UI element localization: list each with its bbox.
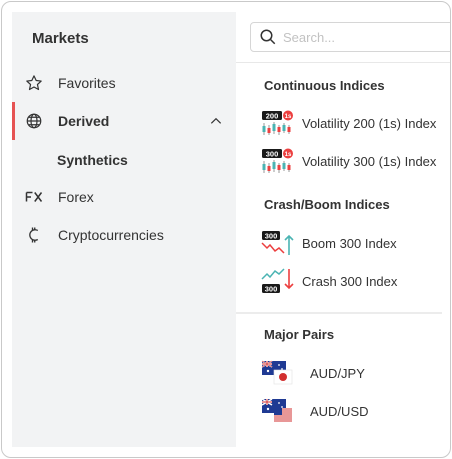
market-item-crash-300[interactable]: 300 Crash 300 Index — [260, 266, 397, 296]
market-item-boom-300[interactable]: 300 Boom 300 Index — [260, 228, 397, 258]
market-item-label: Volatility 200 (1s) Index — [302, 115, 437, 131]
sidebar: Markets Favorites Derived Synthetics For… — [12, 12, 236, 447]
volatility-200-icon: 200 1s — [260, 109, 296, 137]
icon-badge: 300 — [266, 149, 279, 158]
search-divider — [236, 62, 450, 63]
sidebar-item-label: Forex — [58, 189, 94, 205]
section-title-major-pairs: Major Pairs — [264, 327, 335, 342]
market-item-volatility-200-1s[interactable]: 200 1s Volatility 200 (1s) Index — [260, 108, 436, 138]
icon-tag: 1s — [285, 114, 292, 120]
sidebar-item-label: Cryptocurrencies — [58, 227, 164, 243]
market-item-label: Boom 300 Index — [302, 235, 397, 251]
section-title-crash-boom-indices: Crash/Boom Indices — [264, 197, 390, 212]
search-box[interactable] — [250, 22, 450, 52]
fx-icon — [24, 187, 44, 207]
market-item-label: Volatility 300 (1s) Index — [302, 153, 437, 169]
sidebar-item-label: Favorites — [58, 75, 116, 91]
search-input[interactable] — [283, 29, 433, 45]
icon-badge: 200 — [266, 111, 279, 120]
sidebar-item-derived[interactable]: Derived — [12, 102, 239, 140]
chevron-up-icon[interactable] — [209, 114, 223, 131]
volatility-300-icon: 300 1s — [260, 147, 296, 175]
globe-icon — [24, 111, 44, 131]
market-item-label: AUD/JPY — [310, 365, 365, 381]
section-divider — [236, 312, 442, 314]
crypto-icon — [24, 225, 44, 245]
crash-300-icon: 300 — [260, 267, 296, 295]
search-icon — [259, 28, 277, 46]
market-item-volatility-300-1s[interactable]: 300 1s Volatility 300 (1s) Index — [260, 146, 436, 176]
sidebar-item-favorites[interactable]: Favorites — [12, 64, 236, 102]
markets-panel: Markets Favorites Derived Synthetics For… — [1, 1, 451, 458]
sidebar-item-forex[interactable]: Forex — [12, 178, 236, 216]
aud-usd-flags-icon — [260, 397, 296, 425]
sidebar-subitem-synthetics[interactable]: Synthetics — [57, 152, 128, 168]
market-item-label: Crash 300 Index — [302, 273, 398, 289]
section-title-continuous-indices: Continuous Indices — [264, 78, 385, 93]
icon-badge: 300 — [265, 231, 278, 240]
boom-300-icon: 300 — [260, 229, 296, 257]
market-item-aud-jpy[interactable]: AUD/JPY — [260, 358, 365, 388]
market-item-label: AUD/USD — [310, 403, 369, 419]
market-item-aud-usd[interactable]: AUD/USD — [260, 396, 369, 426]
icon-tag: 1s — [285, 152, 292, 158]
star-icon — [24, 73, 44, 93]
sidebar-item-label: Derived — [58, 113, 110, 129]
sidebar-title: Markets — [32, 30, 89, 47]
sidebar-item-cryptocurrencies[interactable]: Cryptocurrencies — [12, 216, 236, 254]
aud-jpy-flags-icon — [260, 359, 296, 387]
icon-badge: 300 — [265, 284, 278, 293]
